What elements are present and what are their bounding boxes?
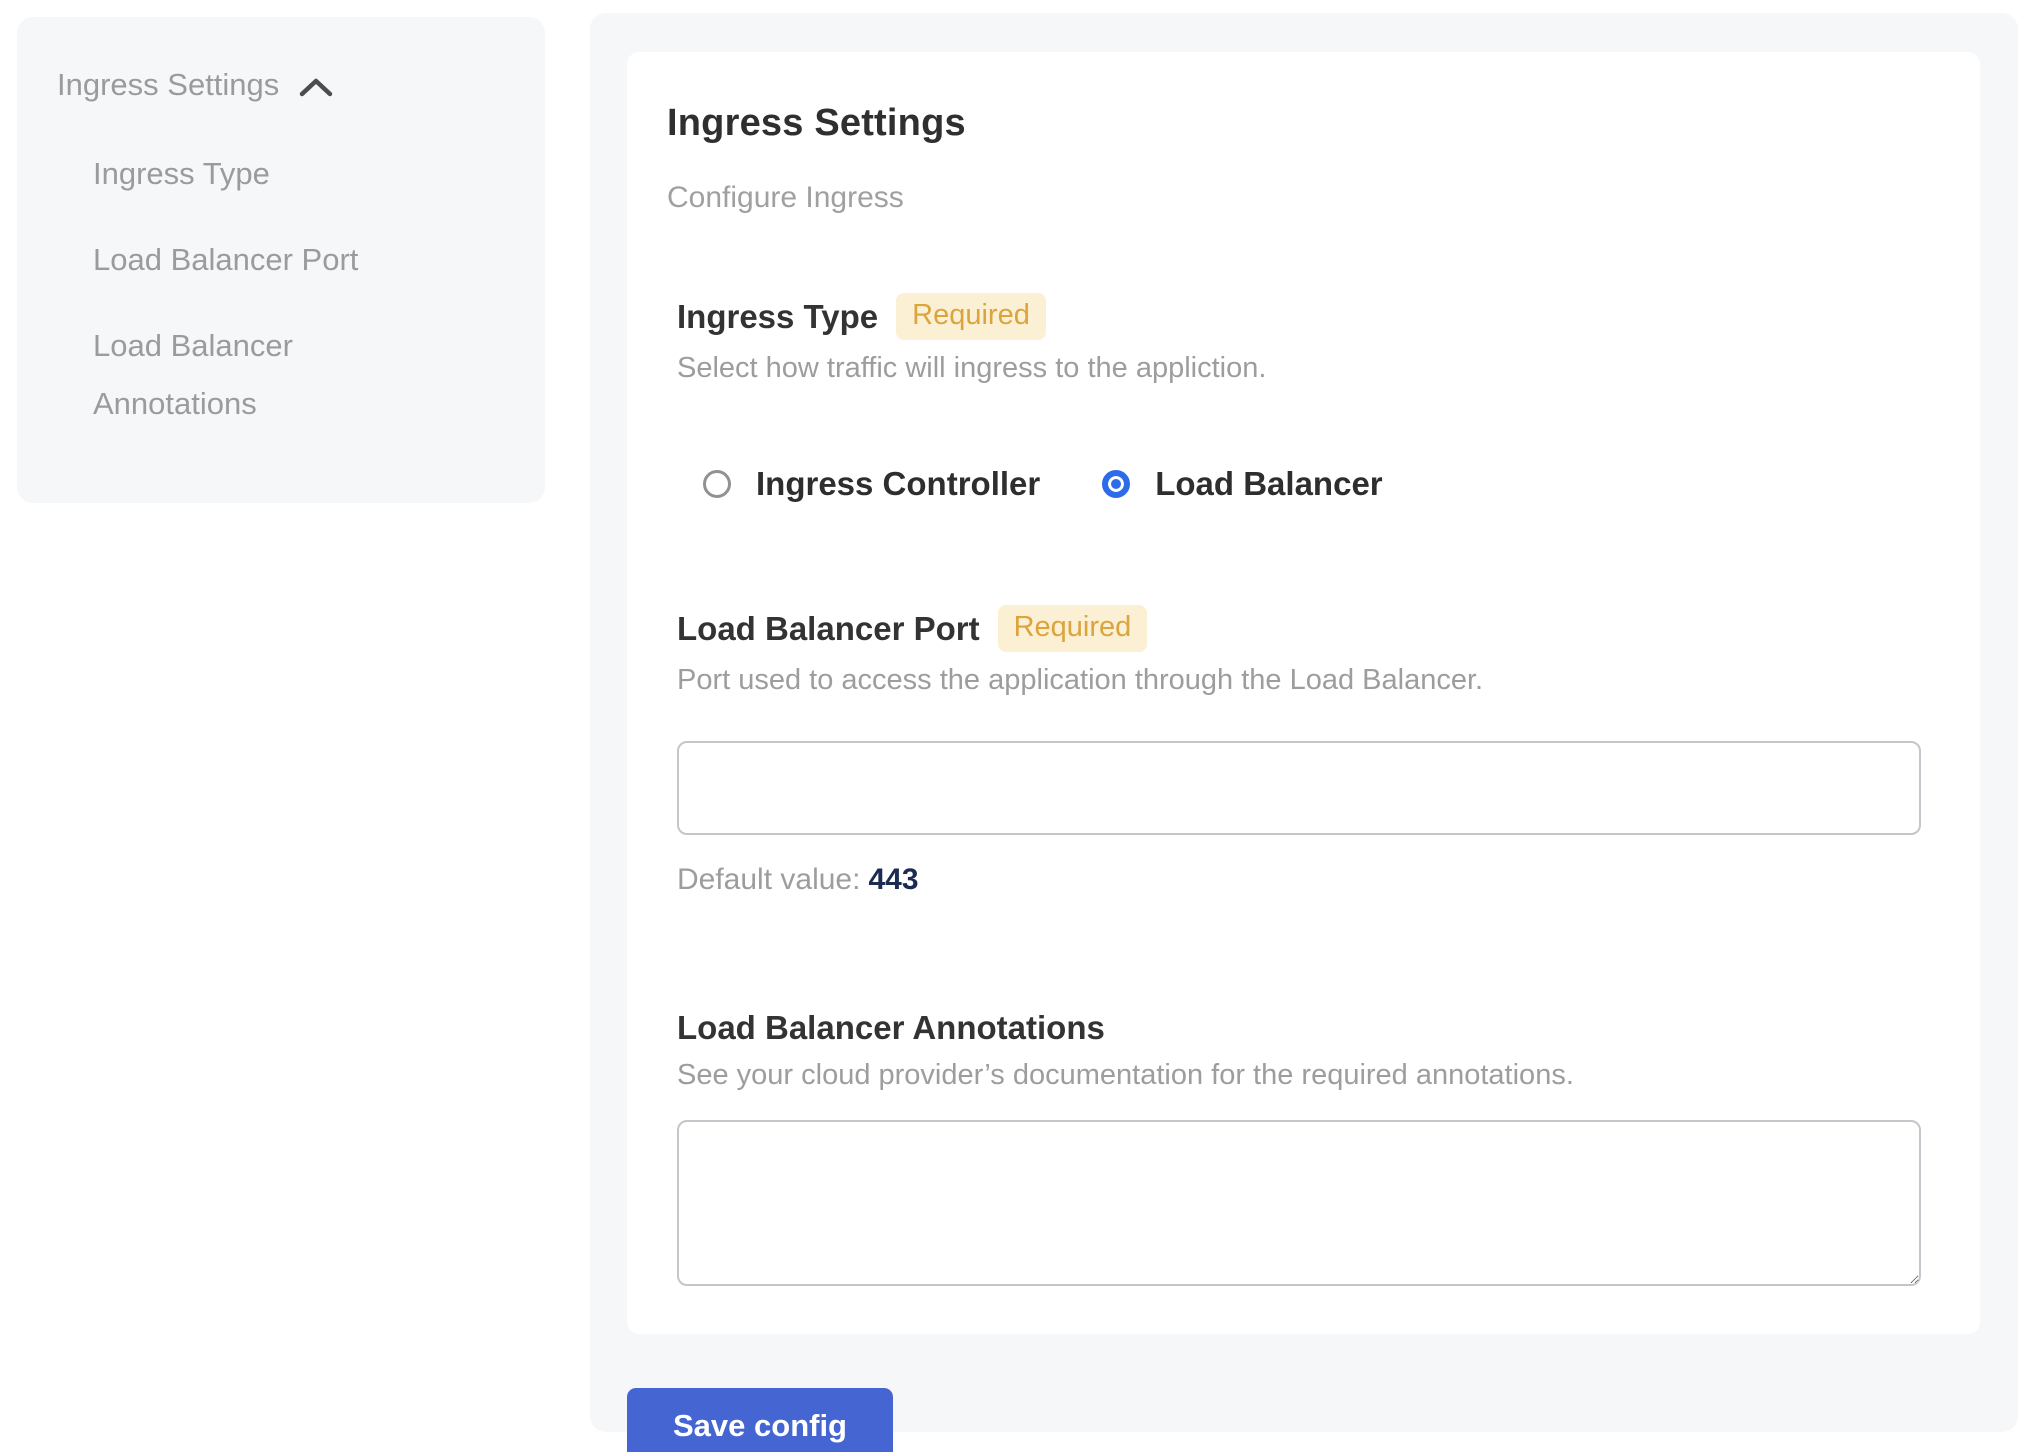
sidebar-item-list: Ingress Type Load Balancer Port Load Bal…: [57, 145, 505, 433]
load-balancer-port-input[interactable]: [677, 741, 1921, 835]
field-load-balancer-port: Load Balancer Port Required Port used to…: [677, 605, 1940, 897]
radio-label-ingress-controller: Ingress Controller: [756, 465, 1040, 503]
settings-nav-sidebar: Ingress Settings Ingress Type Load Balan…: [17, 17, 545, 503]
field-label-ingress-type: Ingress Type: [677, 298, 878, 336]
default-value-number: 443: [868, 863, 918, 896]
config-main-panel: Ingress Settings Configure Ingress Ingre…: [590, 13, 2018, 1432]
page-title: Ingress Settings: [667, 102, 1940, 145]
sidebar-group-ingress-settings[interactable]: Ingress Settings: [57, 67, 505, 103]
page-subtitle: Configure Ingress: [667, 181, 1940, 215]
radio-button-load-balancer[interactable]: [1102, 470, 1130, 498]
field-help-load-balancer-annotations: See your cloud provider’s documentation …: [677, 1059, 1940, 1092]
field-load-balancer-annotations: Load Balancer Annotations See your cloud…: [677, 1009, 1940, 1286]
chevron-up-icon: [297, 71, 335, 99]
load-balancer-annotations-textarea[interactable]: [677, 1120, 1921, 1286]
sidebar-item-ingress-type[interactable]: Ingress Type: [93, 145, 423, 203]
ingress-settings-card: Ingress Settings Configure Ingress Ingre…: [627, 52, 1980, 1334]
sidebar-item-load-balancer-annotations[interactable]: Load Balancer Annotations: [93, 317, 423, 433]
radio-option-load-balancer[interactable]: Load Balancer: [1102, 465, 1382, 503]
field-help-load-balancer-port: Port used to access the application thro…: [677, 664, 1940, 697]
default-value-prefix: Default value:: [677, 863, 860, 896]
ingress-type-radio-group: Ingress Controller Load Balancer: [703, 465, 1940, 503]
field-label-load-balancer-annotations: Load Balancer Annotations: [677, 1009, 1105, 1047]
radio-label-load-balancer: Load Balancer: [1155, 465, 1382, 503]
default-value-note: Default value:443: [677, 863, 1940, 897]
required-badge: Required: [998, 605, 1148, 652]
required-badge: Required: [896, 293, 1046, 340]
field-ingress-type: Ingress Type Required Select how traffic…: [677, 293, 1940, 503]
field-label-load-balancer-port: Load Balancer Port: [677, 610, 980, 648]
radio-option-ingress-controller[interactable]: Ingress Controller: [703, 465, 1040, 503]
sidebar-group-label: Ingress Settings: [57, 67, 279, 103]
sidebar-item-load-balancer-port[interactable]: Load Balancer Port: [93, 231, 423, 289]
radio-button-ingress-controller[interactable]: [703, 470, 731, 498]
field-help-ingress-type: Select how traffic will ingress to the a…: [677, 352, 1940, 385]
save-config-button[interactable]: Save config: [627, 1388, 893, 1452]
